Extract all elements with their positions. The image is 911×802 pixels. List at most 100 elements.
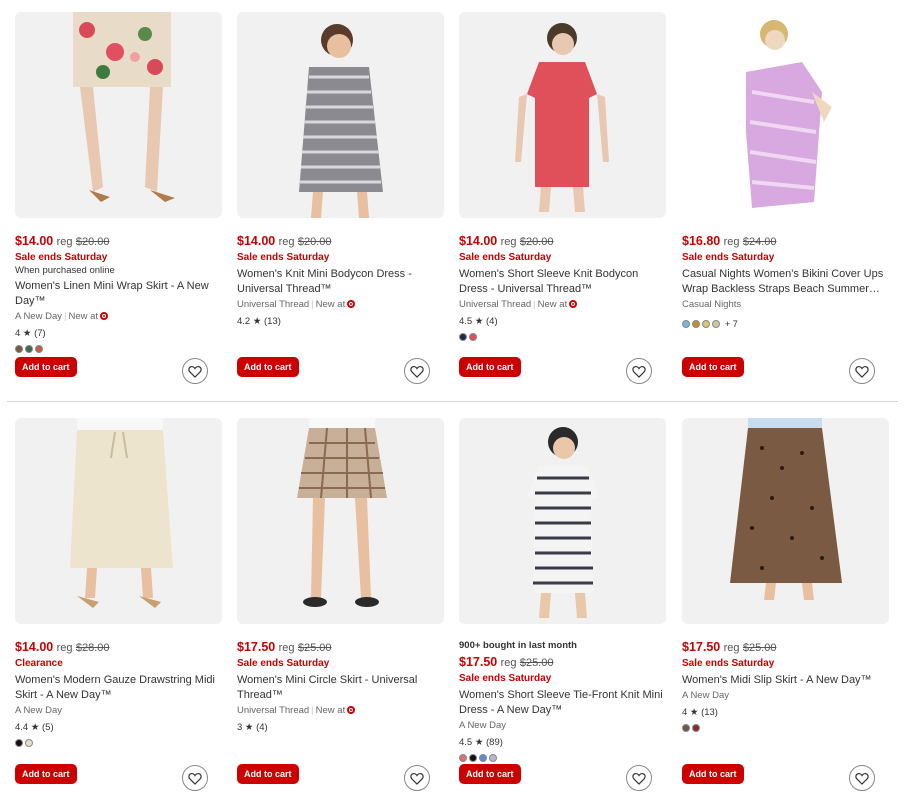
product-title[interactable]: Women's Modern Gauze Drawstring Midi Ski… — [15, 673, 222, 703]
product-info: $14.00 reg $20.00 Sale ends Saturday Wom… — [459, 234, 666, 341]
color-swatch[interactable] — [15, 344, 23, 353]
heart-icon — [855, 365, 869, 378]
color-swatch[interactable] — [35, 344, 43, 353]
add-to-cart-button[interactable]: Add to cart — [682, 357, 744, 377]
product-info: $17.50 reg $25.00 Sale ends Saturday Wom… — [237, 640, 444, 735]
color-swatches — [459, 332, 666, 341]
favorite-button[interactable] — [182, 358, 208, 384]
add-to-cart-button[interactable]: Add to cart — [15, 764, 77, 784]
color-swatch[interactable] — [459, 753, 467, 762]
sale-price: $14.00 — [459, 234, 498, 248]
product-image[interactable] — [15, 418, 222, 624]
add-to-cart-button[interactable]: Add to cart — [15, 357, 77, 377]
brand-line: A New Day — [682, 689, 889, 703]
reg-label: reg — [56, 236, 73, 248]
product-image[interactable] — [459, 418, 666, 624]
color-swatch[interactable] — [682, 723, 690, 732]
favorite-button[interactable] — [404, 765, 430, 791]
promo-text: Sale ends Saturday — [682, 252, 775, 263]
product-title[interactable]: Women's Short Sleeve Tie-Front Knit Mini… — [459, 688, 666, 718]
favorite-button[interactable] — [849, 358, 875, 384]
product-title[interactable]: Women's Midi Slip Skirt - A New Day™ — [682, 673, 889, 688]
heart-icon — [855, 772, 869, 785]
promo-text: Sale ends Saturday — [237, 658, 330, 669]
color-swatch[interactable] — [479, 753, 487, 762]
color-swatch[interactable] — [682, 319, 690, 328]
regular-price: $25.00 — [519, 657, 554, 669]
color-swatch[interactable] — [25, 344, 33, 353]
favorite-button[interactable] — [404, 358, 430, 384]
heart-icon — [188, 365, 202, 378]
product-title[interactable]: Casual Nights Women's Bikini Cover Ups W… — [682, 267, 889, 297]
price-line: $16.80 reg $24.00 — [682, 234, 889, 249]
reg-label: reg — [723, 642, 740, 654]
heart-icon — [632, 365, 646, 378]
add-to-cart-button[interactable]: Add to cart — [237, 357, 299, 377]
rating[interactable]: 4.5 ★ (89) — [459, 736, 666, 750]
product-image[interactable] — [15, 12, 222, 218]
color-swatch[interactable] — [459, 332, 467, 341]
rating[interactable]: 4.2 ★ (13) — [237, 315, 444, 329]
color-swatch[interactable] — [692, 319, 700, 328]
color-swatches — [15, 738, 222, 747]
brand-name: A New Day — [682, 690, 729, 701]
sale-price: $17.50 — [682, 640, 721, 654]
add-to-cart-button[interactable]: Add to cart — [237, 764, 299, 784]
color-swatch[interactable] — [15, 738, 23, 747]
color-swatch[interactable] — [469, 753, 477, 762]
color-swatch[interactable] — [25, 738, 33, 747]
regular-price: $28.00 — [75, 642, 110, 654]
favorite-button[interactable] — [849, 765, 875, 791]
rating[interactable]: 3 ★ (4) — [237, 721, 444, 735]
color-swatches: + 7 — [682, 319, 889, 329]
color-swatch[interactable] — [712, 319, 720, 328]
product-title[interactable]: Women's Mini Circle Skirt - Universal Th… — [237, 673, 444, 703]
product-title[interactable]: Women's Short Sleeve Knit Bodycon Dress … — [459, 267, 666, 297]
sale-price: $14.00 — [15, 640, 54, 654]
brand-line: Universal Thread | New at — [237, 704, 444, 718]
brand-line: Universal Thread | New at — [237, 298, 444, 312]
product-title[interactable]: Women's Linen Mini Wrap Skirt - A New Da… — [15, 279, 222, 309]
color-swatches — [15, 344, 222, 353]
color-swatch[interactable] — [489, 753, 497, 762]
favorite-button[interactable] — [626, 765, 652, 791]
favorite-button[interactable] — [182, 765, 208, 791]
target-logo-icon — [569, 300, 578, 308]
target-logo-icon — [347, 300, 356, 308]
price-line: $17.50 reg $25.00 — [237, 640, 444, 655]
online-note: When purchased online — [15, 265, 115, 276]
rating[interactable]: 4.4 ★ (5) — [15, 721, 222, 735]
product-image[interactable] — [237, 418, 444, 624]
promo-text: Sale ends Saturday — [15, 252, 108, 263]
add-to-cart-button[interactable]: Add to cart — [459, 357, 521, 377]
color-swatch[interactable] — [469, 332, 477, 341]
promo-text: Sale ends Saturday — [459, 673, 552, 684]
product-card: $14.00 reg $20.00 Sale ends Saturday Whe… — [15, 12, 222, 384]
product-image[interactable] — [682, 12, 889, 218]
product-card: $14.00 reg $20.00 Sale ends Saturday Wom… — [459, 12, 666, 384]
rating[interactable]: 4 ★ (7) — [15, 327, 222, 341]
rating[interactable]: 4 ★ (13) — [682, 706, 889, 720]
target-logo-icon — [100, 312, 109, 320]
more-colors-count[interactable]: + 7 — [725, 319, 738, 329]
price-line: $14.00 reg $28.00 — [15, 640, 222, 655]
product-title[interactable]: Women's Knit Mini Bodycon Dress - Univer… — [237, 267, 444, 297]
brand-name: A New Day — [15, 705, 62, 716]
promo-text: Clearance — [15, 658, 63, 669]
add-to-cart-button[interactable]: Add to cart — [682, 764, 744, 784]
color-swatch[interactable] — [702, 319, 710, 328]
product-image[interactable] — [459, 12, 666, 218]
favorite-button[interactable] — [626, 358, 652, 384]
product-image[interactable] — [237, 12, 444, 218]
rating[interactable]: 4.5 ★ (4) — [459, 315, 666, 329]
sale-price: $14.00 — [237, 234, 276, 248]
product-info: $14.00 reg $20.00 Sale ends Saturday Wom… — [237, 234, 444, 329]
color-swatch[interactable] — [692, 723, 700, 732]
add-to-cart-button[interactable]: Add to cart — [459, 764, 521, 784]
heart-icon — [632, 772, 646, 785]
brand-name: Casual Nights — [682, 299, 742, 310]
sale-price: $16.80 — [682, 234, 721, 248]
brand-line: A New Day | New at — [15, 310, 222, 324]
product-image[interactable] — [682, 418, 889, 624]
heart-icon — [410, 365, 424, 378]
